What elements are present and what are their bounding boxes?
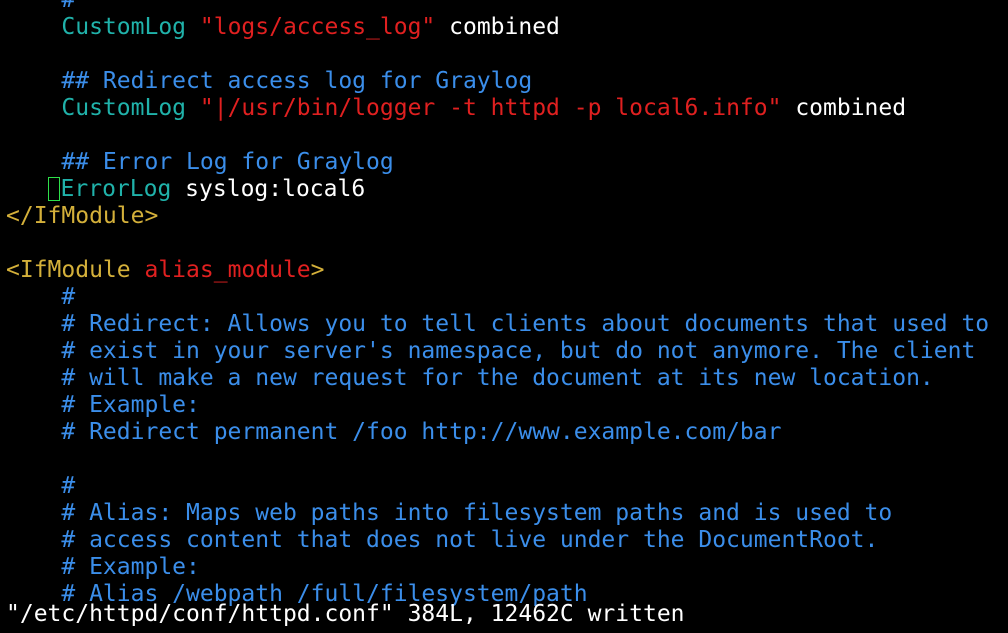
editor-line[interactable]: # will make a new request for the docume… [6,365,1008,392]
syntax-token-comment: # [61,473,76,499]
syntax-token-string: alias_module [144,257,311,283]
text-cursor [47,177,60,201]
editor-line[interactable] [6,41,1008,68]
syntax-token-comment: # will make a new request for the docume… [61,365,934,391]
editor-line[interactable]: # Alias: Maps web paths into filesystem … [6,500,1008,527]
editor-line[interactable]: # exist in your server's namespace, but … [6,338,1008,365]
syntax-token-normal: syslog:local6 [171,176,366,202]
editor-buffer[interactable]: # CustomLog "logs/access_log" combined #… [6,0,1008,608]
syntax-token-normal: combined [435,14,560,40]
editor-line[interactable]: # access content that does not live unde… [6,527,1008,554]
editor-line[interactable]: CustomLog "logs/access_log" combined [6,14,1008,41]
syntax-token-comment: # Redirect permanent /foo http://www.exa… [61,419,782,445]
editor-line[interactable]: </IfModule> [6,203,1008,230]
editor-line[interactable] [6,230,1008,257]
editor-line[interactable]: # Example: [6,392,1008,419]
syntax-token-tag: <IfModule [6,257,145,283]
status-line: "/etc/httpd/conf/httpd.conf" 384L, 12462… [6,601,685,627]
editor-line[interactable]: # [6,0,1008,14]
syntax-token-string: "|/usr/bin/logger -t httpd -p local6.inf… [199,95,782,121]
syntax-token-comment: # Example: [61,392,200,418]
syntax-token-comment: # exist in your server's namespace, but … [61,338,976,364]
editor-line[interactable]: # Example: [6,554,1008,581]
editor-line[interactable]: # [6,284,1008,311]
syntax-token-keyword: ErrorLog [60,176,172,202]
editor-line[interactable]: ErrorLog syslog:local6 [6,176,1008,203]
syntax-token-comment: # Redirect: Allows you to tell clients a… [61,311,990,337]
syntax-token-comment: ## Error Log for Graylog [61,149,394,175]
editor-line[interactable]: ## Redirect access log for Graylog [6,68,1008,95]
syntax-token-keyword: CustomLog [61,14,187,40]
editor-line[interactable]: # [6,473,1008,500]
syntax-token-normal: combined [781,95,907,121]
syntax-token-comment: # Example: [61,554,200,580]
syntax-token-string: "logs/access_log" [199,14,436,40]
syntax-token-comment: # access content that does not live unde… [61,527,879,553]
editor-line[interactable]: <IfModule alias_module> [6,257,1008,284]
syntax-token-comment: ## Redirect access log for Graylog [61,68,533,94]
syntax-token-comment: # [61,0,76,13]
editor-line[interactable]: # Redirect: Allows you to tell clients a… [6,311,1008,338]
syntax-token-comment: # [61,284,76,310]
syntax-token-comment: # Alias: Maps web paths into filesystem … [61,500,893,526]
editor-line[interactable] [6,446,1008,473]
syntax-token-tag: > [310,257,325,283]
syntax-token-normal [186,95,200,121]
editor-line[interactable]: ## Error Log for Graylog [6,149,1008,176]
syntax-token-tag: </IfModule> [6,203,159,229]
editor-line[interactable] [6,122,1008,149]
syntax-token-keyword: CustomLog [61,95,187,121]
editor-line[interactable]: # Redirect permanent /foo http://www.exa… [6,419,1008,446]
syntax-token-normal [186,14,200,40]
editor-line[interactable]: CustomLog "|/usr/bin/logger -t httpd -p … [6,95,1008,122]
